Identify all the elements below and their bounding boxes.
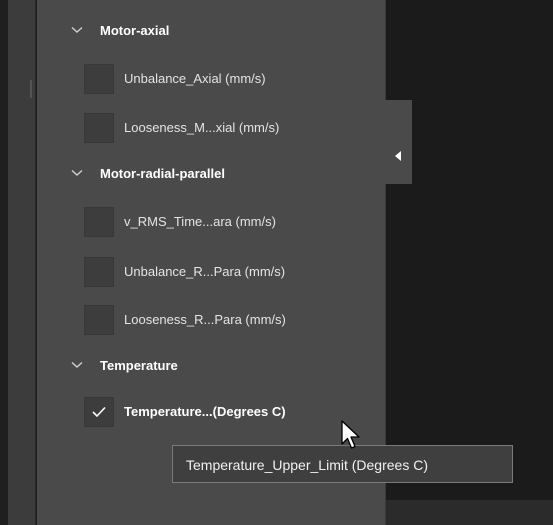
chevron-down-icon: [71, 169, 83, 176]
tooltip-text: Temperature_Upper_Limit (Degrees C): [186, 457, 428, 473]
signal-label: Temperature...(Degrees C): [124, 404, 286, 419]
collapse-panel-button[interactable]: [385, 100, 412, 184]
mouse-pointer-icon: [341, 420, 360, 449]
signal-label: Unbalance_Axial (mm/s): [124, 71, 266, 86]
checkbox[interactable]: [84, 305, 114, 335]
group-header-temperature[interactable]: Temperature: [37, 347, 385, 383]
signal-label: Looseness_M...xial (mm/s): [124, 120, 280, 135]
checkmark-icon: [92, 406, 106, 418]
left-gutter: [8, 0, 36, 525]
signal-item-vrms-time-para[interactable]: v_RMS_Time...ara (mm/s): [37, 200, 385, 244]
resize-grip[interactable]: [30, 80, 32, 98]
chevron-down-icon: [71, 26, 83, 33]
gutter-divider: [35, 0, 36, 525]
signal-label: v_RMS_Time...ara (mm/s): [124, 214, 276, 229]
signal-item-unbalance-axial[interactable]: Unbalance_Axial (mm/s): [37, 57, 385, 101]
group-label: Temperature: [100, 358, 178, 373]
checkbox[interactable]: [84, 113, 114, 143]
signal-label: Unbalance_R...Para (mm/s): [124, 264, 286, 279]
signal-item-unbalance-radial-para[interactable]: Unbalance_R...Para (mm/s): [37, 250, 385, 294]
signal-label: Looseness_R...Para (mm/s): [124, 312, 286, 327]
checkbox[interactable]: [84, 257, 114, 287]
triangle-left-icon: [395, 151, 401, 161]
content-area-footer: [386, 500, 553, 525]
group-header-motor-axial[interactable]: Motor-axial: [37, 12, 385, 48]
checkbox-checked[interactable]: [84, 397, 114, 427]
checkbox[interactable]: [84, 64, 114, 94]
signal-item-looseness-axial[interactable]: Looseness_M...xial (mm/s): [37, 106, 385, 150]
checkbox[interactable]: [84, 207, 114, 237]
window-edge: [0, 0, 8, 525]
chevron-down-icon: [71, 361, 83, 368]
group-label: Motor-radial-parallel: [100, 166, 225, 181]
signal-item-looseness-radial-para[interactable]: Looseness_R...Para (mm/s): [37, 298, 385, 342]
group-header-motor-radial-parallel[interactable]: Motor-radial-parallel: [37, 155, 385, 191]
group-label: Motor-axial: [100, 23, 170, 38]
signal-item-temperature[interactable]: Temperature...(Degrees C): [37, 390, 385, 434]
